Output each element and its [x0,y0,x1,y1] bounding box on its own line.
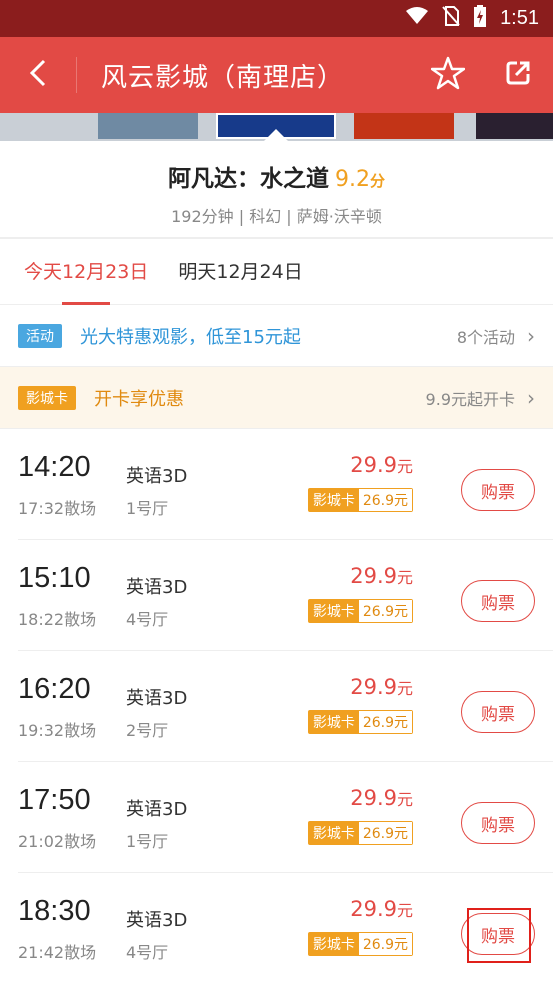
card-price-tag: 影城卡 26.9元 [307,599,413,623]
movie-title: 阿凡达：水之道 [167,166,329,192]
card-price-label: 影城卡 [308,822,359,844]
header-divider [76,57,77,93]
show-hall: 1号厅 [126,499,169,518]
show-price: 29.9元 [350,453,413,477]
chevron-right-icon: › [527,385,535,410]
app-header: 风云影城（南理店） [0,37,553,113]
card-badge: 影城卡 [18,385,76,410]
poster-thumbnail[interactable] [98,113,198,139]
show-start-time: 15:10 [18,562,91,594]
showtime-row: 18:30 21:42散场 英语3D 4号厅 29.9元 影城卡 26.9元 购票 [18,873,553,983]
card-price-tag: 影城卡 26.9元 [307,821,413,845]
share-icon [505,60,531,90]
card-promo-row[interactable]: 影城卡 开卡享优惠 9.9元起开卡 › [0,367,553,429]
showtime-row: 16:20 19:32散场 英语3D 2号厅 29.9元 影城卡 26.9元 购票 [18,651,553,762]
show-price: 29.9元 [350,564,413,588]
movie-meta: 192分钟 | 科幻 | 萨姆·沃辛顿 [171,207,382,226]
price-unit: 元 [396,901,413,920]
back-button[interactable] [0,37,76,113]
selected-pointer-icon [264,129,288,141]
battery-icon [474,5,487,32]
share-button[interactable] [483,37,553,113]
buy-ticket-button[interactable]: 购票 [461,802,535,844]
activity-text: 光大特惠观影，低至15元起 [80,326,301,348]
show-language: 英语3D [126,910,188,931]
price-value: 29.9 [350,453,397,477]
price-unit: 元 [396,679,413,698]
showtime-row: 15:10 18:22散场 英语3D 4号厅 29.9元 影城卡 26.9元 购票 [18,540,553,651]
date-tabs: 今天12月23日 明天12月24日 [0,239,553,305]
card-price-value: 26.9元 [358,822,412,844]
show-start-time: 18:30 [18,895,91,927]
show-price: 29.9元 [350,897,413,921]
show-end-time: 19:32散场 [18,721,97,740]
show-end-time: 17:32散场 [18,499,97,518]
page-title: 风云影城（南理店） [101,62,345,93]
show-language: 英语3D [126,577,188,598]
activity-badge: 活动 [18,323,62,348]
tab-tomorrow[interactable]: 明天12月24日 [178,239,302,305]
card-price-hint: 9.9元起开卡 [425,389,515,409]
price-value: 29.9 [350,786,397,810]
card-price-label: 影城卡 [308,711,359,733]
price-value: 29.9 [350,564,397,588]
show-start-time: 17:50 [18,784,91,816]
movie-title-line: 阿凡达：水之道 9.2分 [0,159,553,193]
showtime-row: 17:50 21:02散场 英语3D 1号厅 29.9元 影城卡 26.9元 购票 [18,762,553,873]
price-unit: 元 [396,568,413,587]
buy-ticket-button[interactable]: 购票 [461,691,535,733]
show-language: 英语3D [126,799,188,820]
poster-thumbnail[interactable] [476,113,553,139]
card-price-value: 26.9元 [358,711,412,733]
price-unit: 元 [396,457,413,476]
poster-thumbnail[interactable] [354,113,454,139]
card-price-label: 影城卡 [308,489,359,511]
wifi-icon [406,7,429,30]
show-start-time: 14:20 [18,451,91,483]
favorite-button[interactable] [413,37,483,113]
buy-ticket-button[interactable]: 购票 [461,913,535,955]
card-price-value: 26.9元 [358,933,412,955]
show-language: 英语3D [126,466,188,487]
status-bar: 1:51 [0,0,553,37]
showtime-list: 14:20 17:32散场 英语3D 1号厅 29.9元 影城卡 26.9元 购票… [0,429,553,983]
tab-today[interactable]: 今天12月23日 [24,239,148,305]
price-value: 29.9 [350,675,397,699]
activity-promo-row[interactable]: 活动 光大特惠观影，低至15元起 8个活动 › [0,305,553,367]
show-language: 英语3D [126,688,188,709]
showtime-row: 14:20 17:32散场 英语3D 1号厅 29.9元 影城卡 26.9元 购票 [18,429,553,540]
score-unit: 分 [369,172,385,190]
movie-info: 阿凡达：水之道 9.2分 192分钟 | 科幻 | 萨姆·沃辛顿 [0,141,553,237]
chevron-right-icon: › [527,323,535,348]
no-sim-icon [442,6,460,31]
movie-score: 9.2 [334,167,370,192]
activity-count: 8个活动 [456,327,515,347]
card-price-tag: 影城卡 26.9元 [307,932,413,956]
back-arrow-icon [29,59,46,91]
card-price-label: 影城卡 [308,600,359,622]
status-time: 1:51 [500,7,539,29]
show-end-time: 21:02散场 [18,832,97,851]
show-start-time: 16:20 [18,673,91,705]
card-price-tag: 影城卡 26.9元 [307,710,413,734]
buy-ticket-button[interactable]: 购票 [461,469,535,511]
card-price-label: 影城卡 [308,933,359,955]
price-value: 29.9 [350,897,397,921]
show-hall: 4号厅 [126,943,169,962]
buy-ticket-button[interactable]: 购票 [461,580,535,622]
star-icon [430,56,466,94]
show-price: 29.9元 [350,675,413,699]
card-price-value: 26.9元 [358,600,412,622]
show-hall: 1号厅 [126,832,169,851]
show-end-time: 21:42散场 [18,943,97,962]
show-end-time: 18:22散场 [18,610,97,629]
show-hall: 2号厅 [126,721,169,740]
poster-carousel[interactable] [0,113,553,141]
price-unit: 元 [396,790,413,809]
card-text: 开卡享优惠 [94,388,184,410]
show-hall: 4号厅 [126,610,169,629]
card-price-value: 26.9元 [358,489,412,511]
card-price-tag: 影城卡 26.9元 [307,488,413,512]
show-price: 29.9元 [350,786,413,810]
